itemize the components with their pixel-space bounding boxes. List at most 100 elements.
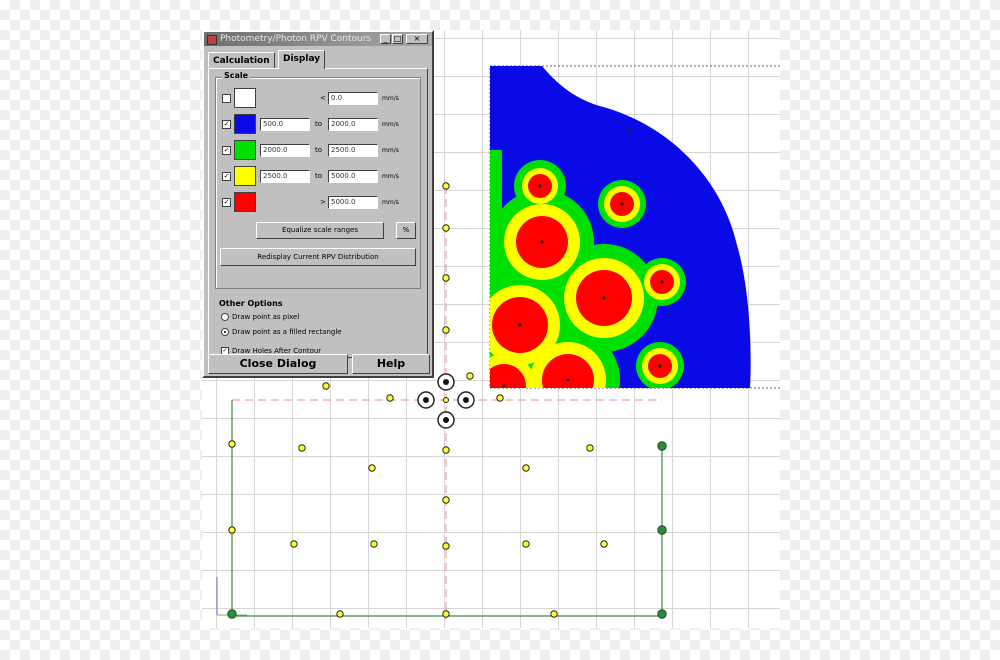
corner-marker [657, 525, 667, 535]
target-markers [417, 373, 475, 429]
scale-row-green: ✓ 2000.0 to 2500.0 mm/s [220, 140, 420, 162]
scale-group: Scale < 0.0 mm/s ✓ 500.0 to 2000.0 mm/s … [215, 71, 421, 289]
blast-hole [550, 610, 558, 618]
target-ring-center [443, 417, 449, 423]
scale-comparator: to [315, 120, 323, 128]
blast-hole [496, 394, 504, 402]
contour-hole-center-1 [620, 202, 624, 206]
blast-hole [368, 464, 376, 472]
target-ring-center [463, 397, 469, 403]
contour-hole-center-6 [658, 364, 662, 368]
option-draw-pixel[interactable]: Draw point as pixel [221, 313, 299, 321]
color-swatch-green[interactable] [234, 140, 256, 160]
scale-row-checkbox[interactable]: ✓ [222, 146, 231, 155]
scale-row-checkbox[interactable]: ✓ [222, 172, 231, 181]
option-draw-rectangle[interactable]: Draw point as a filled rectangle [221, 328, 342, 336]
blast-hole [442, 182, 450, 190]
contour-fill [490, 66, 751, 388]
radio-draw-rectangle[interactable] [221, 328, 229, 336]
tab-display[interactable]: Display [278, 50, 326, 69]
corner-marker [657, 609, 667, 619]
blast-hole [442, 274, 450, 282]
corner-marker [657, 441, 667, 451]
contour-hole-center-5 [518, 323, 522, 327]
blast-hole [442, 610, 450, 618]
equalize-scale-button[interactable]: Equalize scale ranges [256, 222, 384, 239]
color-swatch-white[interactable] [234, 88, 256, 108]
scale-unit: mm/s [382, 199, 399, 206]
close-dialog-button[interactable]: Close Dialog [208, 354, 348, 374]
contour-hole-center-8 [502, 384, 506, 388]
blast-hole [442, 542, 450, 550]
blast-hole [442, 224, 450, 232]
scale-to-field[interactable]: 0.0 [328, 92, 378, 105]
blast-hole [522, 540, 530, 548]
blast-hole [442, 446, 450, 454]
blast-hole [442, 496, 450, 504]
blast-hole [522, 464, 530, 472]
scale-from-field[interactable]: 500.0 [260, 118, 310, 131]
dialog-title: Photometry/Photon RPV Contours [220, 34, 372, 44]
display-panel: Scale < 0.0 mm/s ✓ 500.0 to 2000.0 mm/s … [208, 68, 428, 358]
minimize-button[interactable]: _ [380, 34, 391, 44]
scale-unit: mm/s [382, 95, 399, 102]
scale-unit: mm/s [382, 173, 399, 180]
color-swatch-blue[interactable] [234, 114, 256, 134]
redisplay-button[interactable]: Redisplay Current RPV Distribution [220, 248, 416, 266]
color-swatch-red[interactable] [234, 192, 256, 212]
scale-comparator: to [315, 146, 323, 154]
blast-hole [228, 440, 236, 448]
corner-marker [227, 609, 237, 619]
scale-row-checkbox[interactable]: ✓ [222, 198, 231, 207]
scale-from-field[interactable]: 2000.0 [260, 144, 310, 157]
blast-hole [386, 394, 394, 402]
scale-to-field[interactable]: 5000.0 [328, 170, 378, 183]
scale-row-checkbox[interactable]: ✓ [222, 120, 231, 129]
scale-comparator: > [320, 198, 326, 206]
scale-to-field[interactable]: 2500.0 [328, 144, 378, 157]
scale-row-white: < 0.0 mm/s [220, 88, 420, 110]
blast-hole [298, 444, 306, 452]
blast-hole [586, 444, 594, 452]
close-window-button[interactable]: × [406, 34, 428, 44]
maximize-button[interactable]: □ [392, 34, 403, 44]
blast-hole [600, 540, 608, 548]
scale-unit: mm/s [382, 121, 399, 128]
blast-hole [466, 372, 474, 380]
target-ring-center [423, 397, 429, 403]
blast-hole [228, 526, 236, 534]
scale-row-blue: ✓ 500.0 to 2000.0 mm/s [220, 114, 420, 136]
color-swatch-yellow[interactable] [234, 166, 256, 186]
other-options-label: Other Options [219, 299, 283, 308]
contour-hole-center-0 [538, 184, 542, 188]
tab-calculation[interactable]: Calculation [208, 52, 275, 69]
help-button[interactable]: Help [352, 354, 430, 374]
rpv-contour-dialog: Photometry/Photon RPV Contours _ □ × Cal… [202, 30, 434, 378]
blast-hole [442, 326, 450, 334]
scale-from-field[interactable]: 2500.0 [260, 170, 310, 183]
dialog-titlebar[interactable]: Photometry/Photon RPV Contours _ □ × [204, 32, 432, 46]
contour-hole-center-3 [660, 280, 664, 284]
percent-button[interactable]: % [396, 222, 416, 239]
option-draw-pixel-label: Draw point as pixel [232, 313, 300, 321]
target-center-hole [443, 397, 449, 403]
contour-hole-center-extra [628, 128, 632, 132]
scale-unit: mm/s [382, 147, 399, 154]
blast-hole [370, 540, 378, 548]
blast-hole [322, 382, 330, 390]
option-draw-rectangle-label: Draw point as a filled rectangle [232, 328, 342, 336]
scale-to-field[interactable]: 5000.0 [328, 196, 378, 209]
blast-hole [290, 540, 298, 548]
scale-row-yellow: ✓ 2500.0 to 5000.0 mm/s [220, 166, 420, 188]
blast-hole [336, 610, 344, 618]
scale-to-field[interactable]: 2000.0 [328, 118, 378, 131]
blast-boundary [231, 400, 663, 617]
rpv-contour-map [489, 65, 780, 389]
scale-row-red: ✓ > 5000.0 mm/s [220, 192, 420, 214]
app-icon [207, 35, 217, 45]
contour-hole-center-7 [566, 378, 570, 382]
contour-hole-center-2 [540, 240, 544, 244]
radio-draw-pixel[interactable] [221, 313, 229, 321]
target-ring-center [443, 379, 449, 385]
scale-row-checkbox[interactable] [222, 94, 231, 103]
